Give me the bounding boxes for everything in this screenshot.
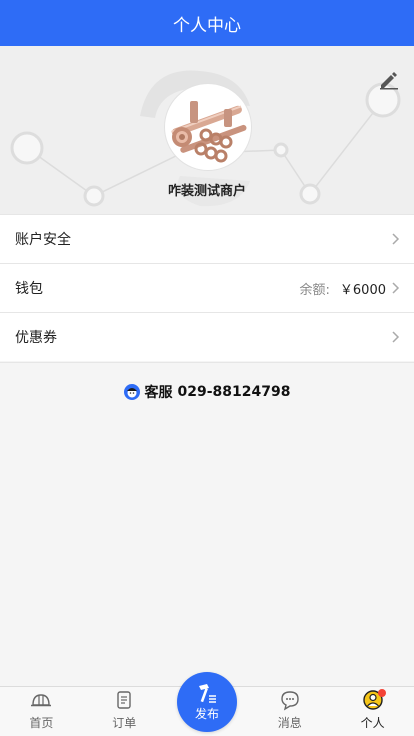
menu-item-coupons[interactable]: 优惠券 bbox=[0, 312, 414, 361]
curtain-rod-product-image bbox=[168, 87, 248, 167]
pencil-icon bbox=[380, 72, 398, 90]
menu-divider bbox=[0, 362, 414, 363]
chevron-right-icon bbox=[392, 233, 400, 245]
tab-home[interactable]: 首页 bbox=[0, 687, 83, 736]
balance-value: ￥6000 bbox=[339, 282, 386, 298]
chevron-right-icon bbox=[392, 331, 400, 343]
document-icon bbox=[117, 691, 131, 709]
tab-personal[interactable]: 个人 bbox=[331, 687, 414, 736]
hammer-icon bbox=[199, 684, 216, 703]
publish-label: 发布 bbox=[194, 707, 219, 721]
menu-item-label: 账户安全 bbox=[15, 232, 71, 248]
notification-badge bbox=[378, 689, 387, 697]
shop-name: 咋装测试商户 bbox=[167, 184, 246, 199]
tab-label: 消息 bbox=[277, 716, 302, 730]
top-bar: 个人中心 bbox=[0, 0, 414, 46]
customer-service-icon bbox=[123, 384, 140, 400]
publish-button[interactable]: 发布 bbox=[177, 672, 237, 732]
profile-banner: 咋装测试商户 bbox=[0, 46, 414, 214]
menu-item-label: 优惠券 bbox=[15, 330, 57, 346]
tab-label: 个人 bbox=[360, 716, 385, 730]
service-label: 客服 bbox=[144, 385, 173, 401]
tab-orders[interactable]: 订单 bbox=[83, 687, 166, 736]
chevron-right-icon bbox=[392, 282, 400, 294]
customer-service-link[interactable]: 客服 029-88124798 bbox=[0, 382, 414, 402]
service-phone: 029-88124798 bbox=[177, 384, 291, 400]
chat-bubble-icon bbox=[281, 691, 299, 711]
tab-messages[interactable]: 消息 bbox=[248, 687, 331, 736]
avatar[interactable] bbox=[165, 84, 251, 170]
balance-label: 余额: bbox=[299, 282, 330, 298]
menu-item-account-security[interactable]: 账户安全 bbox=[0, 214, 414, 263]
edit-profile-button[interactable] bbox=[378, 68, 400, 90]
helmet-icon bbox=[31, 694, 52, 707]
page-title: 个人中心 bbox=[173, 15, 241, 36]
tab-label: 订单 bbox=[112, 716, 137, 730]
menu-item-wallet[interactable]: 钱包 余额: ￥6000 bbox=[0, 263, 414, 312]
menu-item-label: 钱包 bbox=[15, 281, 43, 297]
tab-label: 首页 bbox=[29, 716, 54, 730]
settings-menu: 账户安全 钱包 余额: ￥6000 优惠券 bbox=[0, 214, 414, 361]
